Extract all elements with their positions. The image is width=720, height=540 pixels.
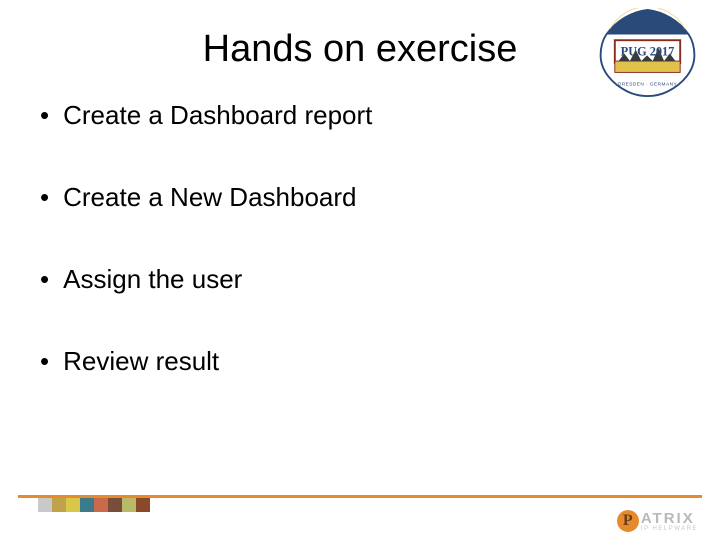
bullet-icon: • [40,99,49,131]
logo-text: ATRIX IP HELPWARE [641,511,698,532]
bullet-text: Assign the user [63,263,242,295]
color-square [38,498,52,512]
color-square [108,498,122,512]
bullet-text: Review result [63,345,219,377]
badge-location: DRESDEN · GERMANY [618,82,678,88]
bullet-text: Create a New Dashboard [63,181,356,213]
bullet-icon: • [40,263,49,295]
color-square [122,498,136,512]
color-square [136,498,150,512]
logo-subtitle: IP HELPWARE [641,526,698,532]
badge-label: PUG 2017 [621,44,675,58]
bullet-icon: • [40,345,49,377]
color-square [94,498,108,512]
list-item: • Create a Dashboard report [40,99,680,131]
color-square [80,498,94,512]
slide: PUG 2017 DRESDEN · GERMANY Hands on exer… [0,0,720,540]
event-badge: PUG 2017 DRESDEN · GERMANY [595,8,700,98]
slide-title: Hands on exercise [90,28,630,71]
badge-icon: PUG 2017 DRESDEN · GERMANY [595,8,700,98]
list-item: • Create a New Dashboard [40,181,680,213]
slide-content: • Create a Dashboard report • Create a N… [0,99,720,377]
footer-squares [38,498,150,512]
list-item: • Review result [40,345,680,377]
bullet-text: Create a Dashboard report [63,99,372,131]
brand-logo: P ATRIX IP HELPWARE [617,510,698,532]
color-square [52,498,66,512]
logo-brand: ATRIX [641,511,698,526]
list-item: • Assign the user [40,263,680,295]
logo-mark-icon: P [617,510,639,532]
color-square [66,498,80,512]
logo-mark-letter: P [623,512,633,530]
bullet-icon: • [40,181,49,213]
